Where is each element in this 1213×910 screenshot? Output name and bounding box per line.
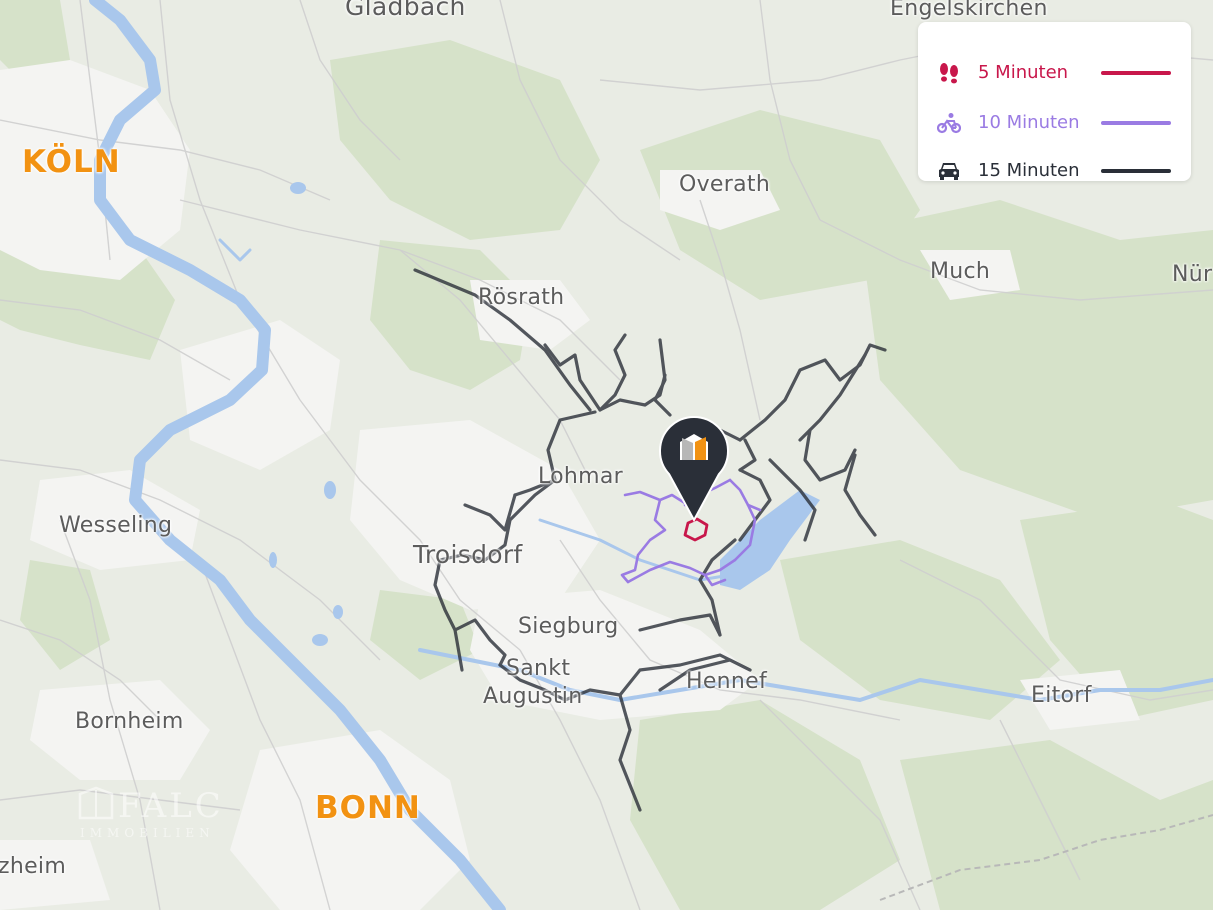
place-label-roesrath: Rösrath xyxy=(478,285,565,310)
legend-item-car[interactable]: 15 Minuten xyxy=(918,156,1191,186)
place-label-overath: Overath xyxy=(679,172,771,197)
place-label-sankt: Sankt xyxy=(506,656,571,681)
place-label-engelskirchen: Engelskirchen xyxy=(890,0,1048,21)
place-label-gladbach: Gladbach xyxy=(345,0,466,21)
place-label-siegburg: Siegburg xyxy=(518,614,619,639)
legend-line-car xyxy=(1101,169,1171,173)
legend-label-walk: 5 Minuten xyxy=(978,62,1069,83)
bicycle-icon xyxy=(937,113,961,134)
place-label-bornheim: Bornheim xyxy=(75,709,184,734)
travel-time-legend: 5 Minuten 10 Minuten 15 Minuten xyxy=(918,22,1191,181)
place-label-lohmar: Lohmar xyxy=(538,464,624,489)
watermark-subtitle: IMMOBILIEN xyxy=(80,826,215,840)
footprints-icon xyxy=(940,63,958,84)
place-label-much: Much xyxy=(930,259,991,284)
falc-logo-icon xyxy=(78,786,114,820)
watermark-name: FALC xyxy=(118,786,224,826)
legend-item-walk[interactable]: 5 Minuten xyxy=(918,58,1191,88)
place-label-hennef: Hennef xyxy=(686,669,768,694)
legend-line-bike xyxy=(1101,121,1171,125)
car-icon xyxy=(939,163,959,180)
place-label-nuern: Nür xyxy=(1172,262,1213,287)
place-label-eitorf: Eitorf xyxy=(1031,683,1092,708)
legend-line-walk xyxy=(1101,71,1171,75)
place-label-koeln: KÖLN xyxy=(22,144,121,180)
place-label-bonn: BONN xyxy=(315,790,421,826)
legend-label-car: 15 Minuten xyxy=(978,160,1080,181)
place-label-troisdorf: Troisdorf xyxy=(413,540,523,569)
legend-item-bike[interactable]: 10 Minuten xyxy=(918,108,1191,138)
place-label-wesseling: Wesseling xyxy=(59,513,173,538)
place-label-zheim: zheim xyxy=(0,854,67,879)
place-label-augustin: Augustin xyxy=(483,684,583,709)
legend-label-bike: 10 Minuten xyxy=(978,112,1080,133)
falc-watermark-logo: FALC IMMOBILIEN xyxy=(78,786,221,840)
